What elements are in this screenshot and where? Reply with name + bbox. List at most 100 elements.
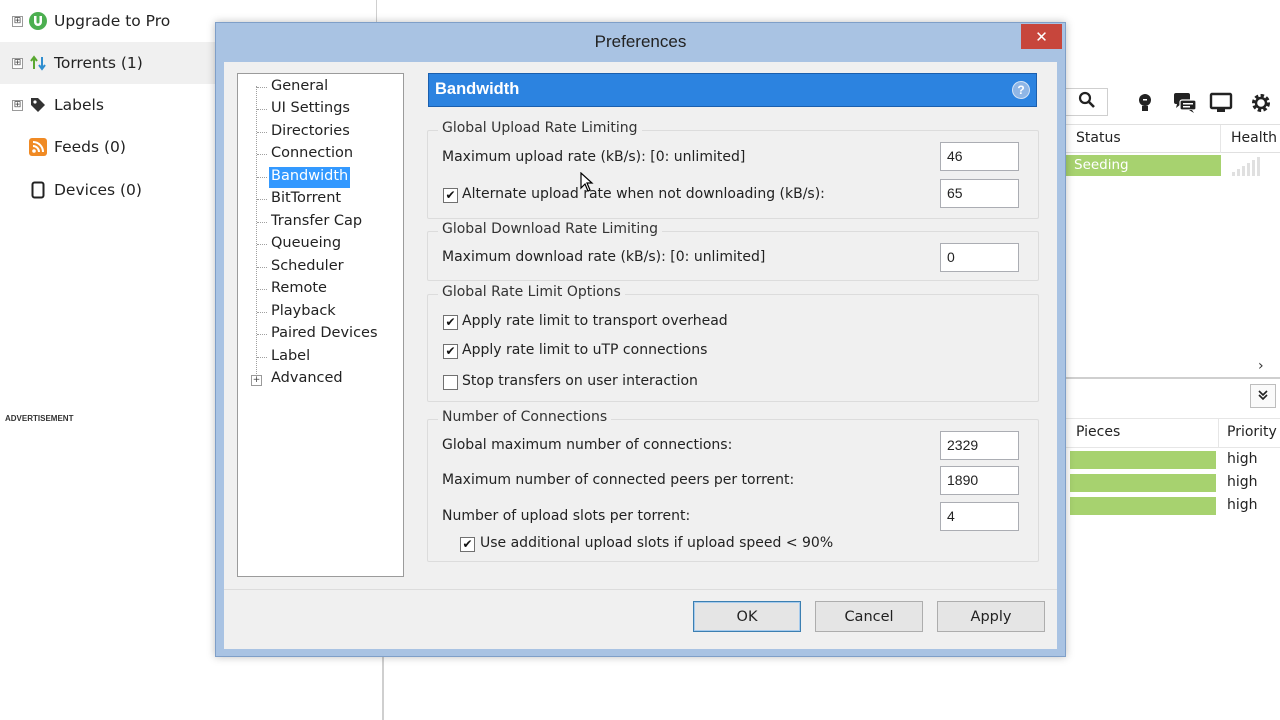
- tree-item-scheduler[interactable]: Scheduler: [269, 257, 346, 278]
- tree-line: [257, 87, 267, 88]
- column-health[interactable]: Health: [1220, 125, 1280, 153]
- tree-line: [257, 312, 267, 313]
- tag-icon: [28, 95, 48, 115]
- upload-slots-input[interactable]: 4: [940, 502, 1019, 531]
- search-button[interactable]: [1066, 88, 1108, 116]
- expander-placeholder: [12, 185, 23, 196]
- health-bars-icon: [1232, 156, 1272, 176]
- apply-button[interactable]: Apply: [937, 601, 1045, 632]
- expander-placeholder: [12, 142, 23, 153]
- tree-line: [257, 177, 267, 178]
- connections-group: Number of Connections Global maximum num…: [427, 409, 1039, 562]
- group-title: Global Download Rate Limiting: [438, 221, 663, 237]
- advertisement-label: ADVERTISEMENT: [5, 414, 74, 423]
- group-title: Global Rate Limit Options: [438, 284, 625, 300]
- utorrent-logo-icon: [28, 11, 48, 31]
- utp-checkbox[interactable]: ✔: [443, 344, 458, 359]
- files-list-header: Pieces Priority: [1066, 418, 1280, 448]
- bulb-icon[interactable]: [1132, 90, 1158, 116]
- tree-line: [257, 222, 267, 223]
- upload-rate-group: Global Upload Rate Limiting Maximum uplo…: [427, 120, 1039, 219]
- tree-line: [257, 244, 267, 245]
- collapse-panel-button[interactable]: [1250, 384, 1276, 408]
- priority-cell[interactable]: high: [1227, 451, 1258, 467]
- transport-overhead-checkbox[interactable]: ✔: [443, 315, 458, 330]
- pieces-bar: [1070, 497, 1216, 515]
- column-priority[interactable]: Priority: [1218, 419, 1280, 448]
- section-title: Bandwidth: [435, 80, 520, 98]
- tree-line: [257, 154, 267, 155]
- dialog-title: Preferences: [594, 32, 687, 51]
- tree-item-paired-devices[interactable]: Paired Devices: [269, 324, 380, 345]
- tree-item-bittorrent[interactable]: BitTorrent: [269, 189, 343, 210]
- tree-item-ui-settings[interactable]: UI Settings: [269, 99, 352, 120]
- expand-icon[interactable]: ⊞: [12, 99, 23, 111]
- max-download-input[interactable]: 0: [940, 243, 1019, 272]
- tree-item-playback[interactable]: Playback: [269, 302, 338, 323]
- column-status[interactable]: Status: [1076, 130, 1121, 146]
- ok-button[interactable]: OK: [693, 601, 801, 632]
- pieces-bar: [1070, 451, 1216, 469]
- sidebar-item-label: Upgrade to Pro: [54, 12, 171, 30]
- panel-divider[interactable]: [1066, 377, 1280, 379]
- sidebar-item-label: Torrents (1): [54, 54, 143, 72]
- tree-line: [257, 199, 267, 200]
- rate-limit-options-group: Global Rate Limit Options ✔ Apply rate l…: [427, 284, 1039, 402]
- peers-per-torrent-input[interactable]: 1890: [940, 466, 1019, 495]
- tree-item-advanced[interactable]: Advanced: [269, 369, 345, 390]
- transport-overhead-label: Apply rate limit to transport overhead: [462, 313, 728, 329]
- chat-icon[interactable]: [1172, 90, 1198, 116]
- tree-item-transfer-cap[interactable]: Transfer Cap: [269, 212, 364, 233]
- scroll-right-arrow[interactable]: ›: [1258, 358, 1264, 374]
- expand-icon[interactable]: ⊞: [12, 15, 23, 27]
- tree-item-connection[interactable]: Connection: [269, 144, 355, 165]
- tree-item-bandwidth[interactable]: Bandwidth: [269, 167, 351, 188]
- tree-item-label[interactable]: Label: [269, 347, 312, 368]
- max-upload-label: Maximum upload rate (kB/s): [0: unlimite…: [442, 149, 746, 165]
- global-connections-label: Global maximum number of connections:: [442, 437, 733, 453]
- peers-per-torrent-label: Maximum number of connected peers per to…: [442, 472, 795, 488]
- section-header: Bandwidth ?: [428, 73, 1037, 107]
- pieces-bar: [1070, 474, 1216, 492]
- status-seeding[interactable]: Seeding: [1066, 155, 1221, 176]
- torrent-list-header: Status Health: [1066, 124, 1280, 153]
- tree-line: [257, 334, 267, 335]
- tree-item-remote[interactable]: Remote: [269, 279, 329, 300]
- priority-cell[interactable]: high: [1227, 497, 1258, 513]
- max-upload-input[interactable]: 46: [940, 142, 1019, 171]
- tree-expand-icon[interactable]: +: [251, 375, 262, 386]
- torrents-arrows-icon: [28, 53, 48, 73]
- preferences-tree: General UI Settings Directories Connecti…: [237, 73, 404, 577]
- tree-line: [257, 267, 267, 268]
- stop-transfers-label: Stop transfers on user interaction: [462, 373, 698, 389]
- alt-upload-checkbox[interactable]: ✔: [443, 188, 458, 203]
- close-button[interactable]: ✕: [1021, 24, 1062, 49]
- tree-item-directories[interactable]: Directories: [269, 122, 352, 143]
- group-title: Global Upload Rate Limiting: [438, 120, 642, 136]
- tree-line: [256, 86, 257, 382]
- tree-line: [257, 289, 267, 290]
- additional-slots-checkbox[interactable]: ✔: [460, 537, 475, 552]
- global-connections-input[interactable]: 2329: [940, 431, 1019, 460]
- priority-cell[interactable]: high: [1227, 474, 1258, 490]
- alt-upload-input[interactable]: 65: [940, 179, 1019, 208]
- alt-upload-label: Alternate upload rate when not downloadi…: [462, 186, 825, 202]
- cancel-button[interactable]: Cancel: [815, 601, 923, 632]
- button-separator: [224, 589, 1057, 590]
- tree-item-queueing[interactable]: Queueing: [269, 234, 343, 255]
- monitor-icon[interactable]: [1208, 90, 1234, 116]
- utp-label: Apply rate limit to uTP connections: [462, 342, 708, 358]
- device-icon: [28, 180, 48, 200]
- search-icon: [1078, 91, 1096, 113]
- download-rate-group: Global Download Rate Limiting Maximum do…: [427, 221, 1039, 281]
- mouse-cursor-icon: [580, 171, 594, 196]
- stop-transfers-checkbox[interactable]: [443, 375, 458, 390]
- gear-icon[interactable]: [1248, 90, 1274, 116]
- tree-item-general[interactable]: General: [269, 77, 330, 98]
- tree-line: [257, 109, 267, 110]
- help-icon[interactable]: ?: [1012, 81, 1030, 99]
- column-pieces[interactable]: Pieces: [1076, 424, 1120, 440]
- sidebar-item-label: Devices (0): [54, 181, 142, 199]
- tree-line: [257, 132, 267, 133]
- expand-icon[interactable]: ⊞: [12, 57, 23, 69]
